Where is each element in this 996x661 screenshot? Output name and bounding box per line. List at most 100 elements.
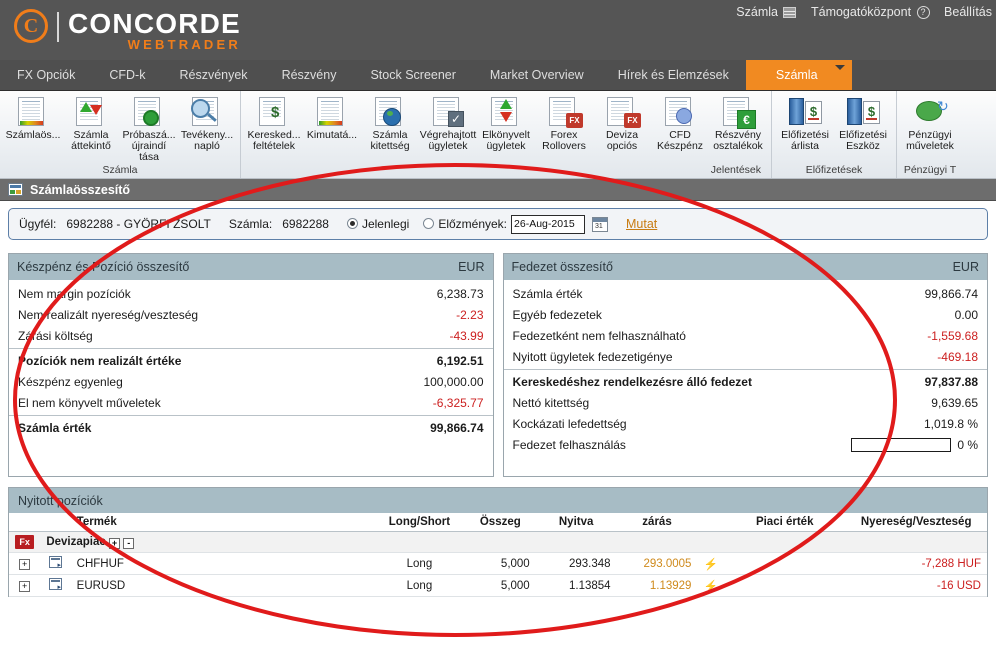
nav-tab-stock-screener[interactable]: Stock Screener (353, 60, 472, 90)
summary-row-total: Kereskedéshez rendelkezésre álló fedezet… (503, 369, 987, 392)
nav-tab-cfd[interactable]: CFD-k (92, 60, 162, 90)
ribbon-button-cfd-cash[interactable]: CFD Készpénz (651, 94, 709, 152)
col-expand (9, 513, 41, 532)
summary-row: Nem margin pozíciók 6,238.73 (9, 283, 493, 304)
ribbon-group-account: Számlaös... Számla áttekintő Próbaszá...… (0, 91, 240, 178)
nav-tab-market-overview[interactable]: Market Overview (473, 60, 601, 90)
row-value: -2.23 (456, 307, 484, 322)
ribbon-button-trading-conditions[interactable]: $ Keresked... feltételek (245, 94, 303, 152)
table-row[interactable]: + CHFHUF Long 5,000 293.348 293.0005 ⚡ -… (9, 552, 987, 575)
margin-panel-currency: EUR (952, 260, 979, 274)
forex-rollover-icon: FX (547, 96, 583, 128)
row-value: 97,837.88 (924, 374, 978, 389)
row-label: Számla érték (18, 420, 92, 435)
question-icon: ? (916, 5, 930, 19)
ribbon-button-label2: osztalékok (713, 140, 763, 152)
ribbon-button-activity-log[interactable]: Tevékeny... napló (178, 94, 236, 152)
grid-icon (783, 5, 797, 19)
arrows-updown-icon (74, 96, 108, 128)
globe-document-icon (373, 96, 407, 128)
cash-position-summary-panel: Készpénz és Pozíció összesítő EUR Nem ma… (8, 253, 494, 477)
ribbon-button-label2: opciós (606, 140, 638, 152)
brand-logo[interactable]: C CONCORDE WEBTRADER (14, 6, 241, 52)
client-value: 6982288 - GYÖRFI ZSOLT (66, 217, 211, 231)
table-body: Fx Devizapiac + - + CHFHUF (9, 531, 987, 597)
main-navigation: FX Opciók CFD-k Részvények Részvény Stoc… (0, 60, 996, 91)
row-label: Pozíciók nem realizált értéke (18, 353, 182, 368)
nav-tab-share[interactable]: Részvény (265, 60, 354, 90)
row-label: Nem realizált nyereség/veszteség (18, 307, 199, 322)
row-label: Számla érték (512, 286, 583, 301)
expand-row-icon[interactable]: + (19, 559, 31, 570)
summary-row-total: Számla érték 99,866.74 (9, 415, 493, 438)
col-close[interactable]: zárás (616, 513, 698, 532)
client-label: Ügyfél: (19, 217, 57, 231)
ribbon-button-subscription-pricelist[interactable]: $ Előfizetési árlista (776, 94, 834, 152)
row-label: Készpénz egyenleg (18, 374, 123, 389)
col-longshort[interactable]: Long/Short (373, 513, 465, 532)
collapse-all-icon[interactable]: - (123, 537, 135, 549)
row-expand-cell: + (9, 552, 41, 575)
nav-tab-account[interactable]: Számla (745, 60, 852, 90)
expand-row-icon[interactable]: + (19, 581, 31, 592)
ribbon-button-fx-options[interactable]: FX Deviza opciós (593, 94, 651, 152)
open-positions-table: Termék Long/Short Összeg Nyitva zárás Pi… (9, 513, 987, 597)
nav-tab-label: FX Opciók (17, 68, 76, 82)
ribbon-button-executed-trades[interactable]: ✓ Végrehajtott ügyletek (419, 94, 477, 152)
radio-history[interactable]: Előzmények: (423, 217, 507, 231)
cash-panel-currency: EUR (458, 260, 485, 274)
row-value: 100,000.00 (423, 374, 484, 389)
main-content: Ügyfél: 6982288 - GYÖRFI ZSOLT Számla: 6… (0, 201, 996, 661)
ribbon-button-account-summary[interactable]: Számlaös... (4, 94, 62, 141)
table-row[interactable]: + EURUSD Long 5,000 1.13854 1.13929 ⚡ -1… (9, 574, 987, 597)
margin-utilization-value: 0 % (957, 437, 978, 452)
nav-tab-news-analysis[interactable]: Hírek és Elemzések (601, 60, 746, 90)
ribbon-button-account-exposure[interactable]: Számla kitettség (361, 94, 419, 152)
summary-row: Zárási költség -43.99 (9, 325, 493, 346)
nav-tab-fx-options[interactable]: FX Opciók (0, 60, 92, 90)
row-label: Kereskedéshez rendelkezésre álló fedezet (512, 374, 752, 389)
ribbon-button-label2: Készpénz (656, 140, 704, 152)
col-profit-loss[interactable]: Nyereség/Veszteség (845, 513, 987, 532)
expand-all-icon[interactable]: + (108, 537, 120, 549)
history-date-input[interactable] (511, 214, 586, 234)
summary-row: Készpénz egyenleg 100,000.00 (9, 371, 493, 392)
ribbon-button-booked-trades[interactable]: Elkönyvelt ügyletek (477, 94, 535, 152)
summary-row: Nyitott ügyletek fedezetigénye -469.18 (504, 346, 988, 367)
group-label: Devizapiac (46, 535, 106, 548)
ribbon-button-restart-demo[interactable]: Próbaszá... újraindí tása (120, 94, 178, 163)
col-market-value[interactable]: Piaci érték (724, 513, 846, 532)
brand-name: CONCORDE (68, 8, 241, 39)
ribbon-group-financial: ↻ Pénzügyi műveletek Pénzügyi T (896, 91, 963, 178)
col-amount[interactable]: Összeg (464, 513, 536, 532)
col-open[interactable]: Nyitva (535, 513, 617, 532)
nav-tab-label: Részvény (281, 68, 337, 82)
show-link[interactable]: Mutat (626, 217, 657, 231)
ribbon-button-dividends[interactable]: € Részvény osztalékok (709, 94, 767, 152)
row-market-value (724, 574, 846, 597)
ribbon-button-statements[interactable]: Kimutatá... (303, 94, 361, 141)
radio-current-label: Jelenlegi (361, 217, 410, 231)
ribbon-button-subscription-tool[interactable]: $ Előfizetési Eszköz (834, 94, 892, 152)
col-product[interactable]: Termék (70, 513, 374, 532)
fx-option-icon: FX (605, 96, 641, 128)
header-link-settings[interactable]: Beállítás (944, 5, 992, 19)
nav-tab-shares[interactable]: Részvények (162, 60, 264, 90)
ribbon-button-account-overview[interactable]: Számla áttekintő (62, 94, 120, 152)
ribbon-toolbar: Számlaös... Számla áttekintő Próbaszá...… (0, 91, 996, 179)
summary-row: El nem könyvelt műveletek -6,325.77 (9, 392, 493, 413)
radio-current[interactable]: Jelenlegi (346, 217, 410, 231)
ribbon-button-financial-operations[interactable]: ↻ Pénzügyi műveletek (901, 94, 959, 152)
brand-tagline: WEBTRADER (127, 37, 241, 52)
calendar-icon[interactable] (592, 216, 609, 232)
ribbon-button-forex-rollovers[interactable]: FX Forex Rollovers (535, 94, 593, 152)
instrument-icon[interactable] (48, 556, 62, 569)
header-link-support[interactable]: Támogatóközpont ? (811, 5, 930, 19)
summary-row: Nem realizált nyereség/veszteség -2.23 (9, 304, 493, 325)
header-link-account[interactable]: Számla (736, 5, 797, 19)
header-link-account-label: Számla (736, 5, 778, 19)
instrument-icon[interactable] (48, 578, 62, 591)
row-amount: 5,000 (464, 574, 536, 597)
ribbon-group-title: Számla (102, 164, 138, 176)
row-value: 99,866.74 (430, 420, 484, 435)
